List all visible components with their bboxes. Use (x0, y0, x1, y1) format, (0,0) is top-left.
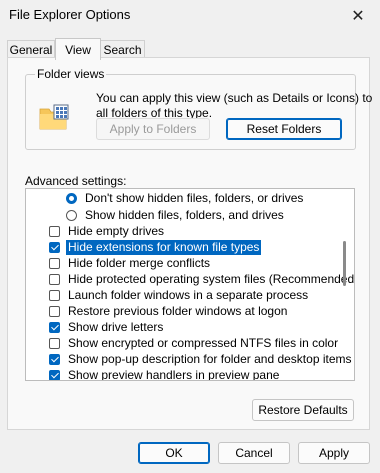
folder-views-group: Folder views You can apply this view (su… (25, 67, 372, 150)
checkbox[interactable] (49, 290, 60, 301)
checkbox[interactable] (49, 226, 60, 237)
checkbox[interactable] (49, 370, 60, 380)
list-item[interactable]: Hide protected operating system files (R… (26, 271, 354, 288)
advanced-settings-label: Advanced settings: (25, 174, 127, 188)
radio-button[interactable] (66, 193, 77, 204)
checkbox[interactable] (49, 322, 60, 333)
list-item[interactable]: Show drive letters (26, 319, 354, 336)
list-item[interactable]: Show hidden files, folders, and drives (26, 207, 354, 224)
list-item[interactable]: Show preview handlers in preview pane (26, 367, 354, 380)
folder-view-icon (39, 104, 69, 130)
list-item[interactable]: Hide folder merge conflicts (26, 255, 354, 272)
checkbox[interactable] (49, 242, 60, 253)
restore-defaults-button[interactable]: Restore Defaults (252, 399, 354, 421)
window-title: File Explorer Options (9, 7, 131, 22)
cancel-button[interactable]: Cancel (218, 442, 290, 464)
close-icon: ✕ (351, 8, 365, 25)
checkbox[interactable] (49, 274, 60, 285)
ok-button[interactable]: OK (138, 442, 210, 464)
list-item[interactable]: Launch folder windows in a separate proc… (26, 287, 354, 304)
checkbox[interactable] (49, 354, 60, 365)
checkbox[interactable] (49, 306, 60, 317)
folder-views-description: You can apply this view (such as Details… (96, 91, 373, 120)
tab-view[interactable]: View (55, 38, 101, 60)
list-item[interactable]: Hide empty drives (26, 223, 354, 240)
list-item[interactable]: Hide extensions for known file types (26, 239, 354, 256)
list-item[interactable]: Don't show hidden files, folders, or dri… (26, 190, 354, 207)
apply-to-folders-button[interactable]: Apply to Folders (96, 118, 210, 140)
radio-button[interactable] (66, 210, 77, 221)
list-item[interactable]: Show encrypted or compressed NTFS files … (26, 335, 354, 352)
apply-button[interactable]: Apply (298, 442, 370, 464)
reset-folders-button[interactable]: Reset Folders (226, 118, 342, 140)
folder-views-label: Folder views (35, 67, 107, 81)
list-item[interactable]: Restore previous folder windows at logon (26, 303, 354, 320)
advanced-settings-list[interactable]: Don't show hidden files, folders, or dri… (25, 188, 355, 381)
checkbox[interactable] (49, 258, 60, 269)
list-item[interactable]: Show pop-up description for folder and d… (26, 351, 354, 368)
close-button[interactable]: ✕ (336, 0, 380, 32)
scrollbar-thumb[interactable] (343, 241, 346, 286)
title-bar: File Explorer Options ✕ (0, 0, 380, 32)
checkbox[interactable] (49, 338, 60, 349)
